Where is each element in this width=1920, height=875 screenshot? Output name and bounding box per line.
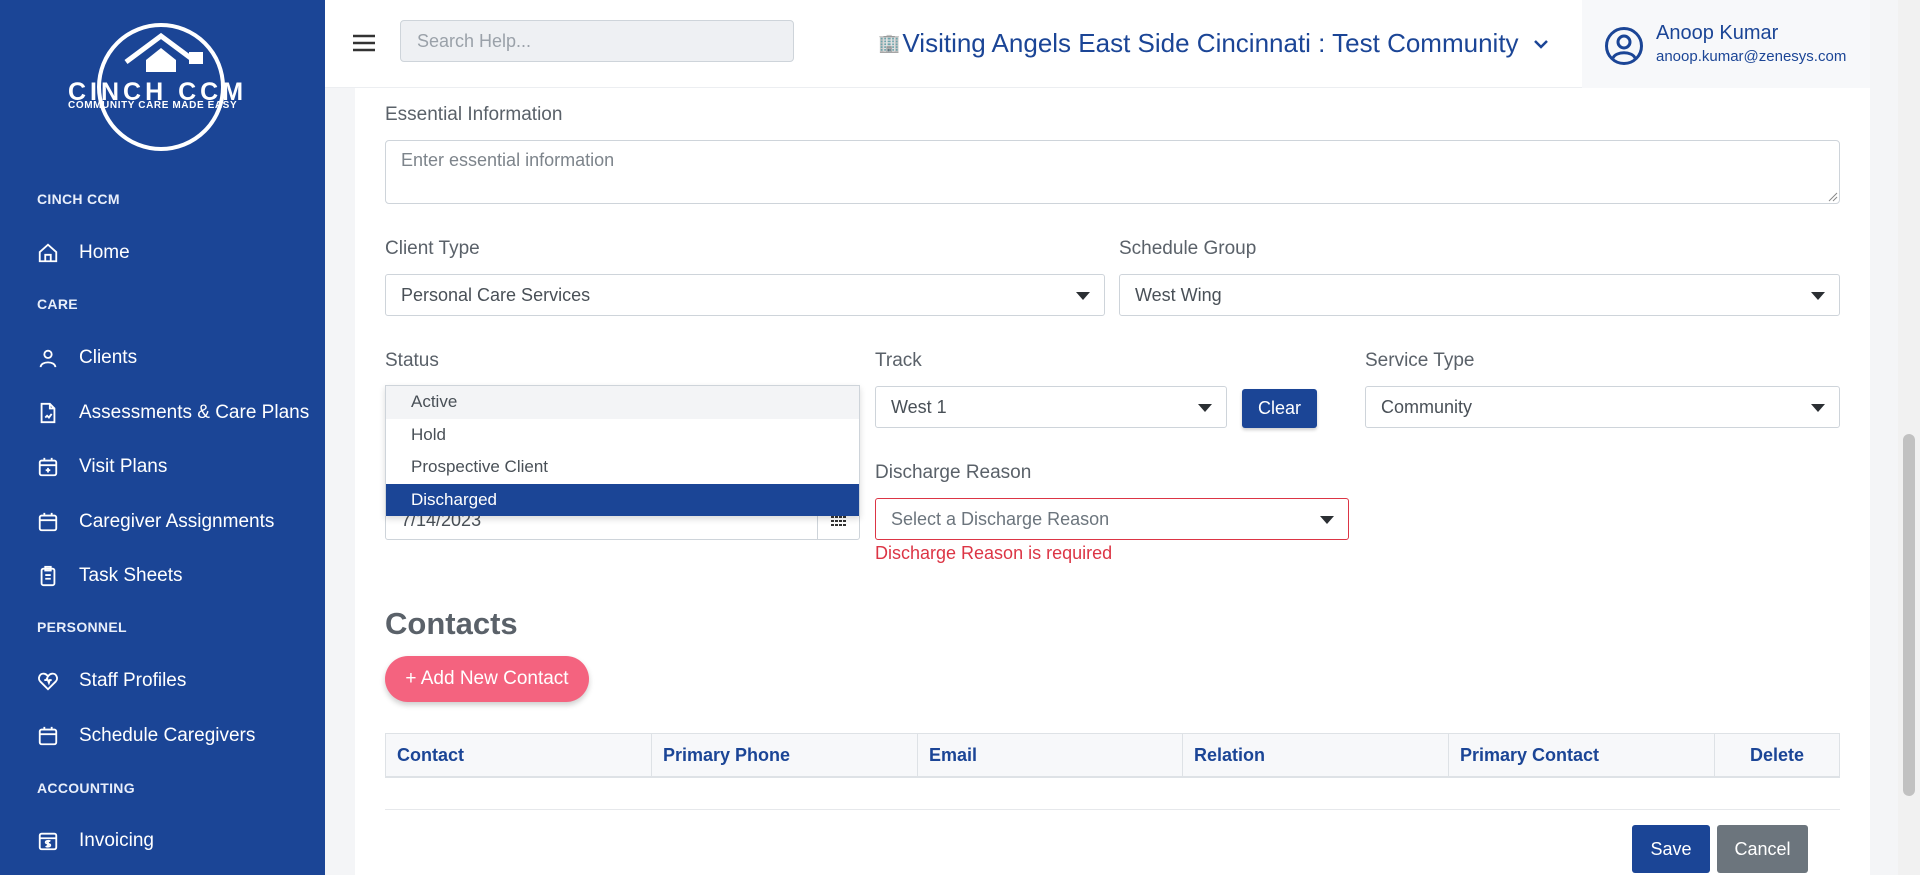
status-label: Status bbox=[385, 350, 439, 371]
sidebar-item-label: Schedule Caregivers bbox=[79, 725, 256, 746]
sidebar-item-label: Invoicing bbox=[79, 830, 154, 851]
essential-info-textarea[interactable] bbox=[385, 140, 1840, 204]
discharge-reason-error: Discharge Reason is required bbox=[875, 543, 1113, 563]
status-option-prospective-client[interactable]: Prospective Client bbox=[386, 451, 859, 484]
building-icon: 🏢 bbox=[878, 33, 901, 53]
column-header-email[interactable]: Email bbox=[918, 734, 1183, 776]
page-scrollbar[interactable] bbox=[1898, 0, 1920, 875]
service-type-select[interactable]: Community bbox=[1365, 386, 1840, 428]
service-type-value: Community bbox=[1381, 396, 1473, 417]
user-menu[interactable]: Anoop Kumar anoop.kumar@zenesys.com bbox=[1582, 0, 1870, 88]
community-selector[interactable]: 🏢 Visiting Angels East Side Cincinnati :… bbox=[878, 28, 1549, 59]
schedule-group-label: Schedule Group bbox=[1119, 238, 1257, 259]
invoice-icon bbox=[38, 832, 58, 851]
caret-down-icon bbox=[1198, 404, 1212, 412]
logo-tagline: COMMUNITY CARE MADE EASY bbox=[68, 100, 238, 111]
save-button[interactable]: Save bbox=[1632, 825, 1710, 873]
nav-section-cinch: CINCH CCM bbox=[37, 191, 120, 207]
caret-down-icon bbox=[1320, 516, 1334, 524]
sidebar-item-invoicing[interactable]: Invoicing bbox=[37, 826, 154, 856]
track-label: Track bbox=[875, 350, 922, 371]
calendar-plus-icon bbox=[38, 457, 58, 477]
column-header-primary-contact[interactable]: Primary Contact bbox=[1449, 734, 1715, 776]
sidebar-item-home[interactable]: Home bbox=[37, 238, 130, 268]
sidebar-item-schedule-caregivers[interactable]: Schedule Caregivers bbox=[37, 721, 255, 751]
sidebar-item-label: Caregiver Assignments bbox=[79, 511, 275, 532]
user-email: anoop.kumar@zenesys.com bbox=[1656, 48, 1847, 65]
caret-down-icon bbox=[1076, 292, 1090, 300]
column-header-relation[interactable]: Relation bbox=[1183, 734, 1449, 776]
nav-section-care: CARE bbox=[37, 296, 78, 312]
resize-grip-icon[interactable] bbox=[1826, 190, 1838, 202]
home-icon bbox=[38, 243, 58, 263]
sidebar-item-label: Visit Plans bbox=[79, 456, 168, 477]
sidebar-item-label: Assessments & Care Plans bbox=[79, 402, 310, 423]
top-bar: 🏢 Visiting Angels East Side Cincinnati :… bbox=[325, 0, 1870, 88]
user-avatar-icon bbox=[1605, 27, 1643, 65]
status-option-discharged[interactable]: Discharged bbox=[386, 483, 859, 516]
add-new-contact-button[interactable]: + Add New Contact bbox=[385, 656, 589, 702]
clear-track-button[interactable]: Clear bbox=[1242, 389, 1317, 428]
sidebar-item-label: Clients bbox=[79, 347, 138, 368]
sidebar-item-staff-profiles[interactable]: Staff Profiles bbox=[37, 666, 186, 696]
calendar-icon bbox=[38, 512, 58, 532]
sidebar-item-label: Home bbox=[79, 242, 130, 263]
schedule-group-select[interactable]: West Wing bbox=[1119, 274, 1840, 316]
discharge-reason-label: Discharge Reason bbox=[875, 462, 1032, 483]
discharge-reason-placeholder: Select a Discharge Reason bbox=[891, 508, 1110, 529]
column-header-contact[interactable]: Contact bbox=[386, 734, 652, 776]
status-dropdown-list: Active Hold Prospective Client Discharge… bbox=[385, 385, 860, 516]
community-name: Visiting Angels East Side Cincinnati : T… bbox=[902, 28, 1519, 58]
divider bbox=[385, 809, 1840, 810]
nav-section-accounting: ACCOUNTING bbox=[37, 780, 135, 796]
contacts-heading: Contacts bbox=[385, 606, 518, 641]
heart-icon bbox=[38, 672, 58, 691]
essential-info-label: Essential Information bbox=[385, 104, 563, 125]
service-type-label: Service Type bbox=[1365, 350, 1475, 371]
sidebar-item-assessments[interactable]: Assessments & Care Plans bbox=[37, 398, 309, 428]
nav-section-personnel: PERSONNEL bbox=[37, 619, 127, 635]
track-select[interactable]: West 1 bbox=[875, 386, 1227, 428]
status-option-hold[interactable]: Hold bbox=[386, 419, 859, 452]
status-option-active[interactable]: Active bbox=[386, 386, 859, 419]
sidebar-item-task-sheets[interactable]: Task Sheets bbox=[37, 561, 183, 591]
chevron-down-icon bbox=[1533, 39, 1548, 49]
sidebar: CINCH CCM COMMUNITY CARE MADE EASY CINCH… bbox=[0, 0, 325, 875]
client-type-select[interactable]: Personal Care Services bbox=[385, 274, 1105, 316]
contacts-table-header: Contact Primary Phone Email Relation Pri… bbox=[385, 733, 1840, 778]
sidebar-item-label: Staff Profiles bbox=[79, 670, 187, 691]
calendar-icon bbox=[38, 726, 58, 746]
sidebar-item-label: Task Sheets bbox=[79, 565, 183, 586]
person-icon bbox=[39, 349, 57, 368]
scrollbar-thumb[interactable] bbox=[1903, 434, 1915, 796]
client-type-label: Client Type bbox=[385, 238, 480, 259]
sidebar-item-caregiver-assignments[interactable]: Caregiver Assignments bbox=[37, 507, 274, 537]
caret-down-icon bbox=[1811, 404, 1825, 412]
track-value: West 1 bbox=[891, 396, 947, 417]
sidebar-item-clients[interactable]: Clients bbox=[37, 343, 137, 373]
discharge-reason-select[interactable]: Select a Discharge Reason bbox=[875, 498, 1349, 540]
column-header-primary-phone[interactable]: Primary Phone bbox=[652, 734, 918, 776]
sidebar-item-visit-plans[interactable]: Visit Plans bbox=[37, 452, 167, 482]
hamburger-menu-icon[interactable] bbox=[351, 30, 377, 56]
document-icon bbox=[40, 402, 56, 424]
user-name: Anoop Kumar bbox=[1656, 22, 1779, 44]
clipboard-icon bbox=[40, 565, 56, 587]
schedule-group-value: West Wing bbox=[1135, 284, 1222, 305]
column-header-delete[interactable]: Delete bbox=[1715, 734, 1839, 776]
client-type-value: Personal Care Services bbox=[401, 284, 591, 305]
caret-down-icon bbox=[1811, 292, 1825, 300]
search-help-input[interactable] bbox=[400, 20, 794, 62]
cancel-button[interactable]: Cancel bbox=[1717, 825, 1808, 873]
